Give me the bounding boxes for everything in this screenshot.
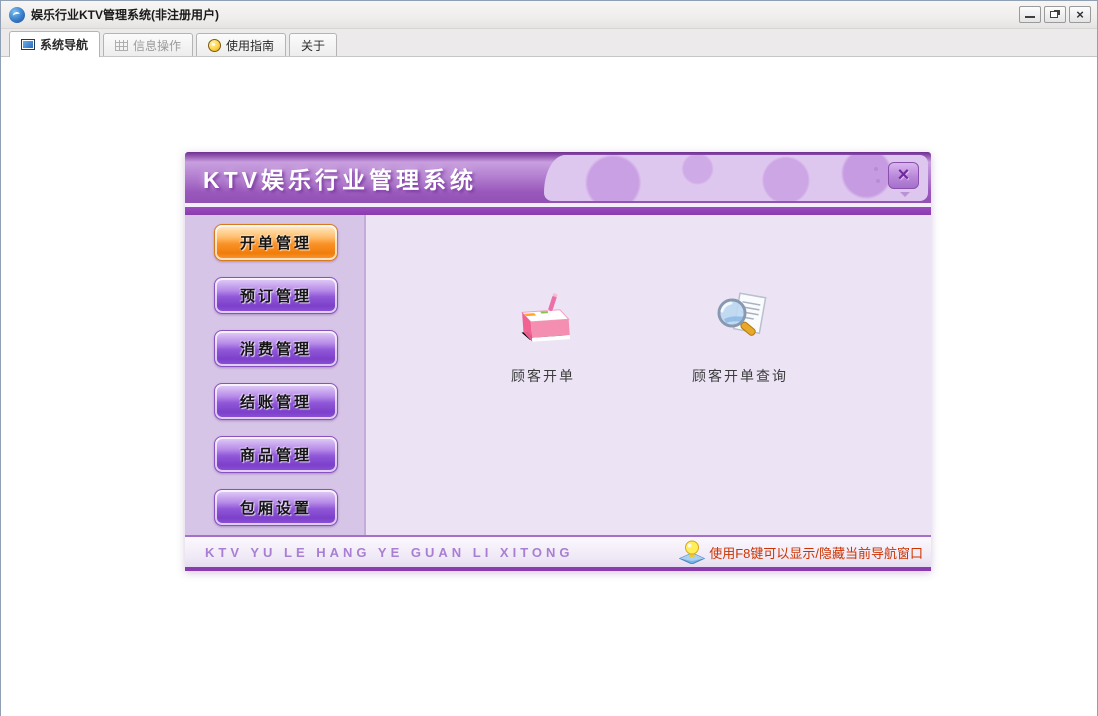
sidebar-button-room-settings[interactable]: 包厢设置: [214, 489, 338, 526]
dialog-sidebar: 开单管理 预订管理 消费管理 结账管理 商品管理 包厢设置: [185, 215, 366, 535]
sidebar-button-product-management[interactable]: 商品管理: [214, 436, 338, 473]
sidebar-button-reservation-management[interactable]: 预订管理: [214, 277, 338, 314]
dialog-bottom-edge: [185, 567, 931, 571]
tab-usage-guide[interactable]: 使用指南: [196, 33, 287, 56]
lightbulb-icon: [679, 540, 706, 564]
help-coin-icon: [208, 38, 222, 52]
window-title: 娱乐行业KTV管理系统(非注册用户): [31, 8, 219, 22]
dialog-header: KTV娱乐行业管理系统 ×: [185, 152, 931, 203]
dialog-footer: KTV YU LE HANG YE GUAN LI XITONG 使用F8键可以…: [185, 537, 931, 567]
header-divider-strip: [185, 207, 931, 215]
tab-system-navigation[interactable]: 系统导航: [9, 31, 101, 57]
dialog-close-button[interactable]: ×: [888, 162, 919, 189]
tab-label: 系统导航: [40, 38, 89, 52]
minimize-icon: [1025, 16, 1035, 18]
decoration-dot: [876, 179, 880, 183]
restore-icon: [1050, 11, 1058, 18]
main-area: KTV娱乐行业管理系统 × 开单管理 预订管理 消费管理 结账管理 商品管理 包: [1, 57, 1097, 716]
restore-button[interactable]: [1044, 6, 1066, 23]
shortcut-label: 顾客开单查询: [692, 368, 788, 384]
navigation-dialog: KTV娱乐行业管理系统 × 开单管理 预订管理 消费管理 结账管理 商品管理 包: [185, 152, 931, 571]
dialog-body: 开单管理 预订管理 消费管理 结账管理 商品管理 包厢设置 顾客开单 顾客开单查…: [185, 215, 931, 535]
app-logo-icon: [9, 6, 25, 23]
grid-icon: [115, 39, 129, 51]
footer-pinyin-text: KTV YU LE HANG YE GUAN LI XITONG: [205, 544, 574, 560]
minimize-button[interactable]: [1019, 6, 1041, 23]
shortcut-customer-order-query[interactable]: 顾客开单查询: [665, 291, 815, 386]
shortcut-customer-order[interactable]: 顾客开单: [468, 291, 618, 386]
decoration-dot: [874, 167, 878, 171]
order-pad-icon: [520, 293, 571, 342]
shortcut-label: 顾客开单: [511, 368, 575, 384]
app-window: 娱乐行业KTV管理系统(非注册用户) × 系统导航 信息操作 使用指南 关于 K…: [0, 0, 1098, 716]
sidebar-button-consumption-management[interactable]: 消费管理: [214, 330, 338, 367]
tab-label: 使用指南: [226, 38, 275, 53]
footer-hint-text: 使用F8键可以显示/隐藏当前导航窗口: [709, 545, 923, 561]
tabbar: 系统导航 信息操作 使用指南 关于: [1, 29, 1097, 57]
close-icon: ×: [1076, 7, 1084, 22]
sidebar-button-billing-management[interactable]: 开单管理: [214, 224, 338, 261]
tab-label: 信息操作: [133, 38, 182, 53]
tab-about[interactable]: 关于: [289, 33, 338, 56]
titlebar: 娱乐行业KTV管理系统(非注册用户) ×: [1, 1, 1097, 29]
chevron-down-icon: [900, 192, 910, 198]
dialog-title: KTV娱乐行业管理系统: [203, 166, 477, 193]
header-decoration: ×: [544, 155, 928, 201]
tab-information-operations[interactable]: 信息操作: [103, 33, 194, 56]
close-window-button[interactable]: ×: [1069, 6, 1091, 23]
dialog-content: 顾客开单 顾客开单查询: [366, 215, 931, 535]
monitor-icon: [21, 39, 35, 50]
search-document-icon: [717, 292, 767, 336]
window-controls: ×: [1019, 6, 1091, 23]
footer-hint: 使用F8键可以显示/隐藏当前导航窗口: [679, 540, 923, 564]
tab-label: 关于: [301, 38, 326, 53]
sidebar-button-checkout-management[interactable]: 结账管理: [214, 383, 338, 420]
